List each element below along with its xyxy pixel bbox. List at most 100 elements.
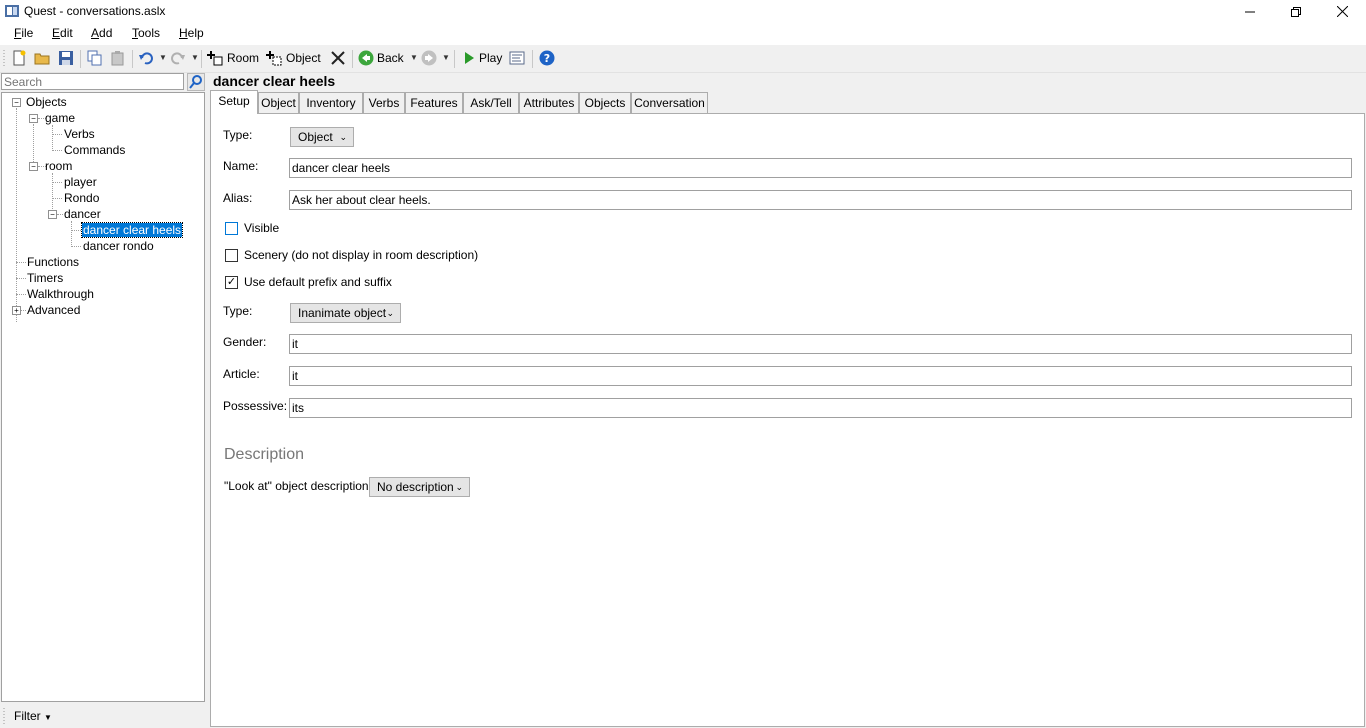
title-bar (0, 0, 1366, 23)
description-heading: Description (224, 446, 305, 463)
chevron-down-icon: ⌄ (386, 308, 394, 318)
menu-bar (0, 23, 1366, 45)
tab-inventory[interactable]: Inventory (299, 92, 363, 113)
visible-checkbox[interactable] (225, 222, 238, 235)
look-at-select[interactable]: No description ⌄ (369, 477, 470, 497)
copy-icon[interactable] (87, 50, 103, 66)
tree-node-player[interactable]: player (64, 175, 97, 189)
paste-icon[interactable] (110, 50, 126, 66)
tree-line (16, 262, 26, 263)
tree-collapse-icon[interactable]: − (48, 210, 57, 219)
back-dropdown[interactable]: ▼ (410, 53, 418, 62)
article-label: Article: (223, 367, 260, 381)
tree-expand-icon[interactable]: + (12, 306, 21, 315)
tree-node-dancer[interactable]: dancer (64, 207, 101, 221)
tab-conversation[interactable]: Conversation (631, 92, 708, 113)
tree-node-dancer-rondo[interactable]: dancer rondo (83, 239, 154, 253)
toolbar-separator (201, 50, 202, 68)
menu-help[interactable]: Help (179, 26, 204, 40)
tree-line (52, 150, 62, 151)
toolbar-separator (454, 50, 455, 68)
tree-node-walkthrough[interactable]: Walkthrough (27, 287, 94, 301)
forward-arrow-icon[interactable] (421, 50, 437, 66)
menu-edit[interactable]: Edit (52, 26, 73, 40)
menu-tools[interactable]: Tools (132, 26, 160, 40)
alias-label: Alias: (223, 191, 253, 205)
gender-field[interactable]: it (289, 334, 1352, 354)
search-button[interactable] (187, 73, 205, 91)
add-object-button[interactable]: Object (286, 51, 321, 65)
play-icon[interactable] (461, 50, 477, 66)
tab-setup[interactable]: Setup (210, 90, 258, 114)
search-input[interactable] (1, 73, 184, 90)
back-arrow-icon[interactable] (358, 50, 374, 66)
minimize-button[interactable] (1227, 0, 1273, 23)
object-type-select[interactable]: Inanimate object ⌄ (290, 303, 401, 323)
tree-line (16, 278, 26, 279)
add-room-icon[interactable] (207, 50, 223, 66)
menu-add[interactable]: Add (91, 26, 112, 40)
redo-icon[interactable] (170, 50, 186, 66)
tree-node-functions[interactable]: Functions (27, 255, 79, 269)
tab-ask-tell[interactable]: Ask/Tell (463, 92, 519, 113)
tree-line (16, 108, 17, 322)
type-select[interactable]: Object ⌄ (290, 127, 354, 147)
add-room-button[interactable]: Room (227, 51, 259, 65)
tree-collapse-icon[interactable]: − (29, 162, 38, 171)
redo-dropdown[interactable]: ▼ (191, 53, 199, 62)
tree-line (52, 198, 62, 199)
object-tree[interactable]: − − − − + Objects game Verbs Commands ro… (1, 92, 205, 702)
code-view-icon[interactable] (509, 50, 525, 66)
alias-field[interactable]: Ask her about clear heels. (289, 190, 1352, 210)
name-field[interactable]: dancer clear heels (289, 158, 1352, 178)
undo-dropdown[interactable]: ▼ (159, 53, 167, 62)
tree-collapse-icon[interactable]: − (29, 114, 38, 123)
tree-node-game[interactable]: game (45, 111, 75, 125)
window-title: Quest - conversations.aslx (24, 4, 166, 18)
add-object-icon[interactable] (266, 50, 282, 66)
filter-dropdown[interactable]: Filter ▼ (14, 709, 52, 723)
possessive-field[interactable]: its (289, 398, 1352, 418)
tree-line (57, 214, 63, 215)
tab-features[interactable]: Features (405, 92, 463, 113)
tree-line (71, 230, 81, 231)
article-field[interactable]: it (289, 366, 1352, 386)
default-prefix-checkbox[interactable]: ✓ (225, 276, 238, 289)
tab-object[interactable]: Object (258, 92, 299, 113)
forward-dropdown[interactable]: ▼ (442, 53, 450, 62)
delete-icon[interactable] (330, 50, 346, 66)
tree-node-commands[interactable]: Commands (64, 143, 125, 157)
tree-line (52, 125, 53, 149)
tree-line (16, 294, 26, 295)
play-button[interactable]: Play (479, 51, 502, 65)
visible-label: Visible (244, 221, 280, 235)
tree-line (52, 134, 62, 135)
toolbar-separator (532, 50, 533, 68)
save-icon[interactable] (58, 50, 74, 66)
new-file-icon[interactable] (11, 50, 27, 66)
open-folder-icon[interactable] (34, 50, 50, 66)
name-label: Name: (223, 159, 259, 173)
tab-attributes[interactable]: Attributes (519, 92, 579, 113)
tree-node-room[interactable]: room (45, 159, 72, 173)
tree-node-verbs[interactable]: Verbs (64, 127, 95, 141)
search-icon (189, 75, 202, 89)
tab-objects[interactable]: Objects (579, 92, 631, 113)
undo-icon[interactable] (138, 50, 154, 66)
restore-button[interactable] (1273, 0, 1319, 23)
object-type-label: Type: (223, 304, 253, 318)
tree-node-objects[interactable]: Objects (26, 95, 67, 109)
tree-collapse-icon[interactable]: − (12, 98, 21, 107)
scenery-checkbox[interactable] (225, 249, 238, 262)
help-icon[interactable]: ? (539, 50, 555, 66)
toolbar (0, 45, 1366, 73)
tab-verbs[interactable]: Verbs (363, 92, 405, 113)
menu-file[interactable]: File (14, 26, 33, 40)
tree-node-rondo[interactable]: Rondo (64, 191, 99, 205)
tree-node-advanced[interactable]: Advanced (27, 303, 80, 317)
tree-node-dancer-clear-heels[interactable]: dancer clear heels (80, 222, 184, 238)
tree-node-timers[interactable]: Timers (27, 271, 63, 285)
close-button[interactable] (1319, 0, 1365, 23)
back-button[interactable]: Back (377, 51, 404, 65)
type-label: Type: (223, 128, 253, 142)
